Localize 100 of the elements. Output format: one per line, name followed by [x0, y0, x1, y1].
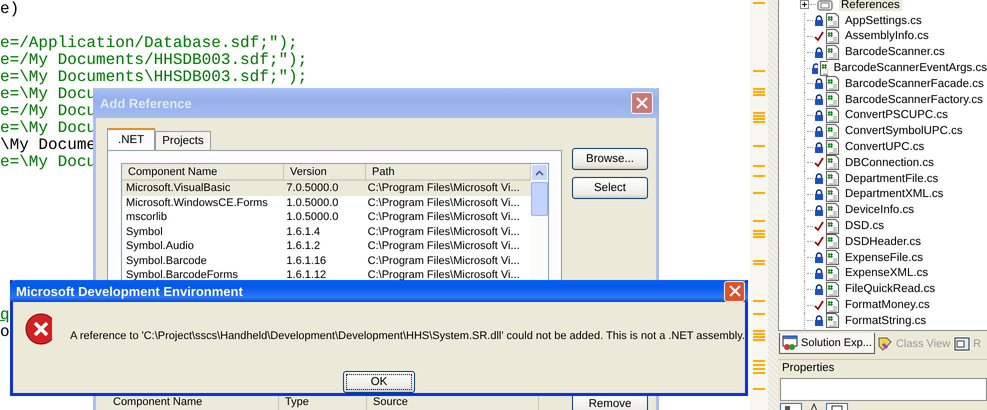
properties-title: Properties — [778, 359, 987, 376]
csharp-file-icon — [826, 186, 839, 202]
resource-view-icon — [954, 336, 970, 352]
tree-item[interactable]: ConvertSymbolUPC.cs — [845, 125, 963, 138]
table-cell-text: Symbol — [125, 224, 164, 239]
tree-item[interactable]: DSD.cs — [845, 220, 884, 232]
tree-item[interactable]: DeviceInfo.cs — [845, 204, 914, 216]
tree-item[interactable]: ExpenseXML.cs — [845, 267, 928, 280]
dialog-tab[interactable]: .NET — [107, 128, 156, 150]
table-cell-text: C:\Program Files\Microsoft Vi... — [366, 181, 521, 196]
lock-icon — [811, 62, 818, 74]
table-cell-text: 1.0.5000.0 — [285, 210, 340, 224]
component-row[interactable]: Symbol 1.6.1.4 C:\Program Files\Microsoft Vi... — [122, 224, 531, 239]
tree-item[interactable]: DSDHeader.cs — [845, 236, 922, 248]
check-icon — [814, 30, 824, 42]
csharp-file-icon — [826, 282, 839, 297]
tree-item[interactable]: AppSettings.cs — [845, 14, 922, 27]
component-row[interactable]: Symbol.Audio 1.6.1.2 C:\Program Files\Microsoft Vi... — [122, 239, 531, 254]
csharp-file-icon — [826, 171, 839, 186]
tree-item[interactable]: ConvertPSCUPC.cs — [845, 109, 948, 122]
lock-icon — [814, 315, 824, 326]
table-cell-text: Microsoft.VisualBasic — [125, 181, 232, 196]
lock-icon — [814, 78, 824, 90]
table-cell-text: C:\Program Files\Microsoft Vi... — [366, 210, 521, 224]
csharp-file-icon — [826, 202, 839, 218]
component-row[interactable]: Symbol.BarcodeForms 1.6.1.12 C:\Program Files\Microsoft Vi... — [122, 268, 531, 282]
lock-icon — [814, 252, 824, 264]
tree-item[interactable]: BarcodeScannerFactory.cs — [845, 94, 983, 106]
tree-item[interactable]: DepartmentFile.cs — [845, 172, 938, 185]
tree-item[interactable]: AssemblyInfo.cs — [845, 30, 929, 42]
tree-item[interactable]: ConvertUPC.cs — [845, 141, 924, 154]
check-icon — [814, 300, 824, 311]
table-cell-text: C:\Program Files\Microsoft Vi... — [366, 254, 521, 268]
table-cell-text: Symbol.Barcode — [125, 254, 208, 268]
csharp-file-icon — [826, 13, 839, 28]
tree-item[interactable]: FormatMoney.cs — [845, 299, 930, 312]
tree-item[interactable]: BarcodeScanner.cs — [845, 46, 945, 58]
csharp-file-icon — [826, 234, 839, 250]
table-cell-text: Microsoft.WindowsCE.Forms — [125, 196, 269, 210]
dialog-title: Add Reference — [100, 96, 192, 110]
tree-item[interactable]: BarcodeScannerFacade.cs — [845, 78, 984, 90]
panel-tab[interactable]: Solution Exp... — [779, 333, 875, 354]
csharp-file-icon — [826, 298, 839, 313]
table-cell-text: 1.0.5000.0 — [285, 196, 340, 210]
code-line: e) — [0, 0, 20, 18]
lock-icon — [814, 126, 824, 137]
column-header[interactable]: Path — [366, 164, 531, 181]
dialog-title: Microsoft Development Environment — [16, 284, 243, 298]
solution-explorer-icon — [782, 335, 798, 351]
tree-item[interactable]: FileQuickRead.cs — [845, 283, 936, 296]
csharp-file-icon — [826, 140, 839, 155]
csharp-file-icon — [826, 28, 839, 44]
table-cell-text: C:\Program Files\Microsoft Vi... — [366, 196, 521, 210]
close-icon[interactable] — [724, 280, 745, 302]
table-cell-text: C:\Program Files\Microsoft Vi... — [366, 268, 521, 282]
property-pages-icon[interactable] — [826, 402, 848, 410]
tree-item[interactable]: DBConnection.cs — [845, 156, 934, 169]
table-cell-text: 1.6.1.4 — [285, 224, 322, 239]
caret-icon — [535, 170, 544, 176]
table-cell-text: Symbol.Audio — [125, 239, 195, 254]
component-row[interactable]: Microsoft.WindowsCE.Forms 1.0.5000.0 C:\Program Files\Microsoft Vi... — [122, 196, 531, 210]
categorized-icon[interactable] — [780, 402, 802, 410]
alphabetical-icon[interactable] — [808, 402, 820, 410]
tree-item[interactable]: References — [839, 0, 902, 11]
check-icon — [814, 220, 824, 232]
csharp-file-icon — [826, 108, 839, 123]
table-cell-text: C:\Program Files\Microsoft Vi... — [366, 239, 521, 254]
tree-item[interactable]: ExpenseFile.cs — [845, 252, 923, 264]
lock-icon — [814, 204, 824, 216]
csharp-file-icon — [826, 124, 839, 139]
lock-icon — [814, 188, 824, 200]
dialog-button[interactable]: Browse... — [572, 148, 648, 170]
tree-item[interactable]: BarcodeScannerEventArgs.cs — [834, 62, 987, 74]
table-cell-text: C:\Program Files\Microsoft Vi... — [366, 224, 521, 239]
tree-item[interactable]: FormatString.cs — [845, 314, 926, 327]
column-header[interactable]: Component Name — [122, 164, 284, 181]
component-row[interactable]: Symbol.Barcode 1.6.1.16 C:\Program Files\Microsoft Vi... — [122, 254, 531, 268]
csharp-file-icon — [826, 155, 839, 170]
check-icon — [814, 236, 824, 248]
code-line: \My Docume — [0, 136, 96, 154]
component-row[interactable]: mscorlib 1.0.5000.0 C:\Program Files\Microsoft Vi... — [122, 210, 531, 224]
lock-icon — [814, 94, 824, 106]
dialog-button[interactable]: Select — [572, 177, 648, 199]
csharp-file-icon — [826, 218, 839, 234]
dialog-tab[interactable]: Projects — [155, 131, 211, 150]
ok-button[interactable]: OK — [343, 371, 415, 393]
column-header[interactable]: Version — [284, 164, 366, 181]
code-line: o — [0, 323, 10, 341]
tree-item[interactable]: DepartmentXML.cs — [845, 188, 944, 200]
component-row[interactable]: Microsoft.VisualBasic 7.0.5000.0 C:\Program Files\Microsoft Vi... — [122, 181, 531, 196]
code-line: e=/My Documents/HHSDB003.sdf;"); — [0, 51, 308, 69]
table-cell-text: 1.6.1.16 — [285, 254, 328, 268]
code-line: q — [0, 306, 10, 324]
expand-icon[interactable] — [800, 0, 809, 10]
csharp-file-icon — [826, 92, 839, 108]
csharp-file-icon — [826, 250, 839, 266]
lock-icon — [814, 110, 824, 121]
lock-icon — [814, 173, 824, 184]
close-icon[interactable] — [631, 92, 653, 114]
csharp-file-icon — [826, 266, 839, 281]
